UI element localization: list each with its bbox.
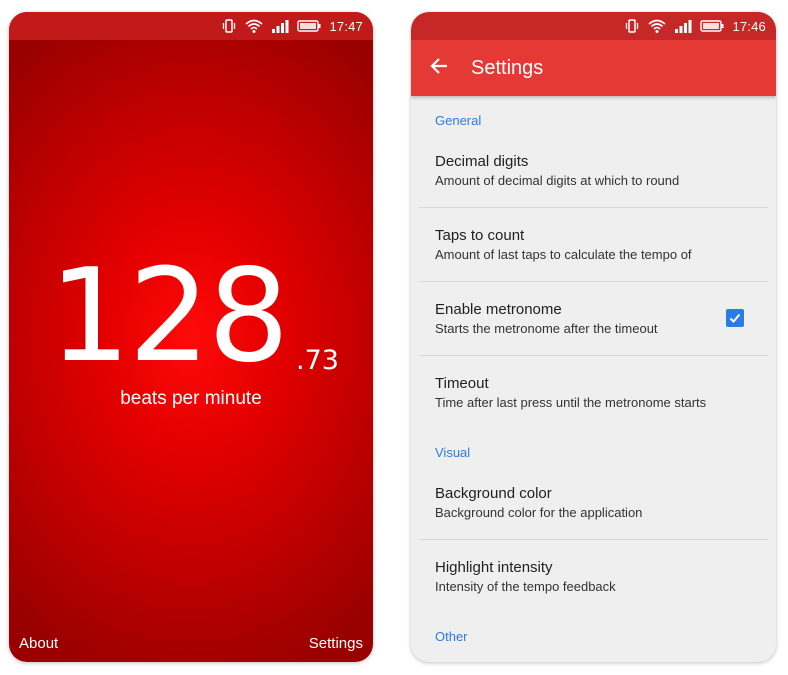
- pref-title: Taps to count: [435, 227, 525, 244]
- back-arrow-icon: [429, 56, 449, 81]
- section-header-visual: Visual: [435, 445, 471, 460]
- pref-taps-to-count[interactable]: Taps to count Amount of last taps to cal…: [411, 208, 776, 282]
- pref-summary: Starts the metronome after the timeout: [435, 321, 658, 336]
- pref-title: Background color: [435, 485, 552, 502]
- pref-title: Timeout: [435, 375, 489, 392]
- bpm-value: 128: [49, 242, 289, 391]
- settings-screen: 17:46 Settings General Decimal digits Am…: [411, 12, 776, 662]
- pref-summary: Amount of last taps to calculate the tem…: [435, 247, 692, 262]
- pref-summary: Amount of decimal digits at which to rou…: [435, 173, 680, 188]
- tempo-screen[interactable]: 17:47 128 .73 beats per minute About Set…: [9, 12, 373, 662]
- back-button[interactable]: [411, 40, 467, 96]
- section-header-general: General: [435, 113, 482, 128]
- battery-icon: [700, 18, 724, 34]
- pref-summary: Time after last press until the metronom…: [435, 395, 707, 410]
- pref-enable-metronome[interactable]: Enable metronome Starts the metronome af…: [411, 282, 776, 356]
- status-time: 17:46: [732, 18, 766, 34]
- page-title: Settings: [471, 56, 544, 79]
- battery-icon: [297, 18, 321, 34]
- bpm-unit-label: beats per minute: [120, 388, 262, 409]
- pref-title: Highlight intensity: [435, 559, 553, 576]
- pref-summary: Background color for the application: [435, 505, 643, 520]
- vibrate-icon: [221, 18, 237, 34]
- status-time: 17:47: [329, 18, 363, 34]
- check-icon: [729, 313, 741, 323]
- pref-summary: Intensity of the tempo feedback: [435, 579, 616, 594]
- settings-list: General Decimal digits Amount of decimal…: [411, 96, 776, 662]
- wifi-icon: [648, 18, 666, 34]
- bpm-decimal: .73: [296, 345, 339, 376]
- pref-title: Enable metronome: [435, 301, 562, 318]
- signal-icon: [271, 18, 289, 34]
- pref-title: Decimal digits: [435, 153, 529, 170]
- vibrate-icon: [624, 18, 640, 34]
- pref-decimal-digits[interactable]: Decimal digits Amount of decimal digits …: [411, 134, 776, 208]
- wifi-icon: [245, 18, 263, 34]
- pref-highlight-intensity[interactable]: Highlight intensity Intensity of the tem…: [411, 540, 776, 614]
- app-bar: Settings: [411, 40, 776, 96]
- status-bar: 17:46: [411, 12, 776, 40]
- signal-icon: [674, 18, 692, 34]
- screenshot-page: 17:47 128 .73 beats per minute About Set…: [0, 0, 788, 675]
- pref-timeout[interactable]: Timeout Time after last press until the …: [411, 356, 776, 430]
- section-header-other: Other: [435, 629, 468, 644]
- settings-button[interactable]: Settings: [309, 635, 363, 652]
- metronome-checkbox[interactable]: [726, 309, 744, 327]
- status-bar: 17:47: [9, 12, 373, 40]
- pref-background-color[interactable]: Background color Background color for th…: [411, 466, 776, 540]
- about-button[interactable]: About: [19, 635, 58, 652]
